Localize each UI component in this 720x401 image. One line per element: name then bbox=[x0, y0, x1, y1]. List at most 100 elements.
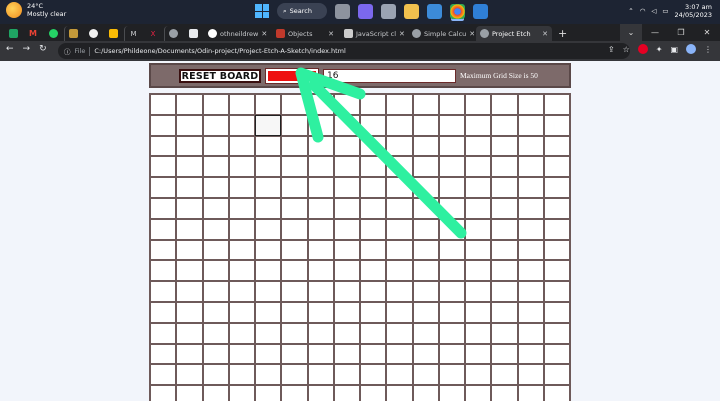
menu-icon[interactable]: ⋮ bbox=[704, 45, 712, 54]
grid-cell[interactable] bbox=[386, 114, 413, 136]
grid-cell[interactable] bbox=[543, 177, 570, 198]
grid-cell[interactable] bbox=[202, 156, 229, 178]
grid-cell[interactable] bbox=[360, 218, 387, 240]
restore-button[interactable]: ❐ bbox=[668, 24, 694, 41]
grid-cell[interactable] bbox=[438, 197, 465, 219]
grid-cell[interactable] bbox=[228, 301, 255, 323]
grid-cell[interactable] bbox=[281, 364, 308, 386]
grid-cell[interactable] bbox=[412, 218, 439, 240]
grid-cell[interactable] bbox=[386, 218, 413, 240]
grid-cell[interactable] bbox=[333, 322, 360, 344]
grid-cell[interactable] bbox=[438, 156, 465, 178]
grid-cell[interactable] bbox=[543, 322, 570, 344]
tab-othneildrew[interactable]: othneildrew ✕ bbox=[204, 26, 270, 41]
grid-cell[interactable] bbox=[517, 281, 544, 302]
pinned-tab-app[interactable] bbox=[184, 26, 202, 41]
grid-cell[interactable] bbox=[438, 364, 465, 386]
grid-cell[interactable] bbox=[176, 177, 203, 198]
grid-cell[interactable] bbox=[438, 114, 465, 136]
pinned-tab-mdn[interactable]: M bbox=[124, 26, 142, 41]
grid-cell[interactable] bbox=[333, 260, 360, 282]
tab-javascript[interactable]: JavaScript cl ✕ bbox=[340, 26, 406, 41]
grid-cell[interactable] bbox=[176, 135, 203, 157]
grid-cell[interactable] bbox=[150, 218, 177, 240]
grid-cell[interactable] bbox=[517, 260, 544, 282]
grid-cell[interactable] bbox=[491, 260, 518, 282]
reload-icon[interactable]: ↻ bbox=[39, 44, 47, 54]
grid-cell[interactable] bbox=[517, 135, 544, 157]
grid-cell[interactable] bbox=[150, 94, 177, 115]
tab-objects[interactable]: Objects ✕ bbox=[272, 26, 338, 41]
grid-cell[interactable] bbox=[386, 239, 413, 261]
grid-cell[interactable] bbox=[543, 218, 570, 240]
pinned-tab-x[interactable]: X bbox=[144, 26, 162, 41]
grid-cell[interactable] bbox=[281, 385, 308, 401]
grid-cell[interactable] bbox=[386, 135, 413, 157]
grid-cell[interactable] bbox=[307, 239, 334, 261]
wifi-icon[interactable]: ◠ bbox=[640, 7, 646, 15]
grid-cell[interactable] bbox=[412, 260, 439, 282]
grid-cell[interactable] bbox=[176, 218, 203, 240]
grid-cell[interactable] bbox=[281, 197, 308, 219]
grid-cell[interactable] bbox=[228, 114, 255, 136]
grid-cell[interactable] bbox=[281, 177, 308, 198]
grid-cell[interactable] bbox=[491, 156, 518, 178]
grid-cell[interactable] bbox=[438, 385, 465, 401]
grid-cell[interactable] bbox=[438, 94, 465, 115]
grid-cell[interactable] bbox=[228, 197, 255, 219]
grid-cell[interactable] bbox=[412, 156, 439, 178]
grid-cell[interactable] bbox=[202, 197, 229, 219]
grid-cell[interactable] bbox=[412, 177, 439, 198]
grid-cell[interactable] bbox=[360, 260, 387, 282]
grid-cell[interactable] bbox=[491, 322, 518, 344]
grid-cell[interactable] bbox=[228, 343, 255, 365]
grid-cell[interactable] bbox=[333, 218, 360, 240]
grid-cell[interactable] bbox=[255, 94, 282, 115]
color-picker[interactable] bbox=[265, 68, 319, 84]
grid-cell[interactable] bbox=[465, 260, 492, 282]
grid-cell[interactable] bbox=[228, 156, 255, 178]
camera-icon[interactable] bbox=[381, 3, 396, 19]
avatar[interactable] bbox=[686, 44, 696, 54]
grid-cell[interactable] bbox=[307, 156, 334, 178]
grid-cell[interactable] bbox=[412, 281, 439, 302]
grid-cell[interactable] bbox=[333, 135, 360, 157]
task-view-icon[interactable] bbox=[335, 3, 350, 19]
grid-cell[interactable] bbox=[491, 218, 518, 240]
grid-cell[interactable] bbox=[386, 260, 413, 282]
grid-cell[interactable] bbox=[360, 281, 387, 302]
grid-cell[interactable] bbox=[176, 94, 203, 115]
grid-cell[interactable] bbox=[465, 364, 492, 386]
grid-cell[interactable] bbox=[543, 114, 570, 136]
url-text[interactable]: C:/Users/Phildeone/Documents/Odin-projec… bbox=[94, 47, 345, 55]
grid-cell[interactable] bbox=[307, 218, 334, 240]
grid-cell[interactable] bbox=[307, 260, 334, 282]
grid-cell[interactable] bbox=[255, 301, 282, 323]
grid-cell[interactable] bbox=[202, 114, 229, 136]
grid-cell[interactable] bbox=[202, 343, 229, 365]
grid-cell[interactable] bbox=[150, 197, 177, 219]
grid-cell[interactable] bbox=[202, 260, 229, 282]
grid-cell[interactable] bbox=[543, 385, 570, 401]
grid-cell[interactable] bbox=[517, 343, 544, 365]
grid-cell[interactable] bbox=[517, 94, 544, 115]
close-tab-icon[interactable]: ✕ bbox=[399, 30, 405, 38]
grid-cell[interactable] bbox=[281, 218, 308, 240]
grid-cell[interactable] bbox=[543, 260, 570, 282]
grid-cell[interactable] bbox=[176, 364, 203, 386]
grid-size-input[interactable]: 16 bbox=[323, 69, 456, 83]
grid-cell[interactable] bbox=[307, 322, 334, 344]
grid-cell[interactable] bbox=[202, 281, 229, 302]
chevron-up-icon[interactable]: ⌃ bbox=[628, 7, 633, 15]
grid-cell[interactable] bbox=[491, 385, 518, 401]
new-tab-button[interactable]: + bbox=[558, 27, 567, 40]
grid-cell[interactable] bbox=[255, 322, 282, 344]
grid-cell[interactable] bbox=[465, 135, 492, 157]
grid-cell[interactable] bbox=[228, 385, 255, 401]
grid-cell[interactable] bbox=[281, 260, 308, 282]
side-panel-icon[interactable]: ▣ bbox=[670, 45, 678, 54]
store-icon[interactable] bbox=[427, 3, 442, 19]
taskbar-search[interactable]: ⌕ Search bbox=[277, 3, 327, 19]
extensions-icon[interactable]: ✦ bbox=[656, 45, 663, 54]
close-window-button[interactable]: ✕ bbox=[694, 24, 720, 41]
